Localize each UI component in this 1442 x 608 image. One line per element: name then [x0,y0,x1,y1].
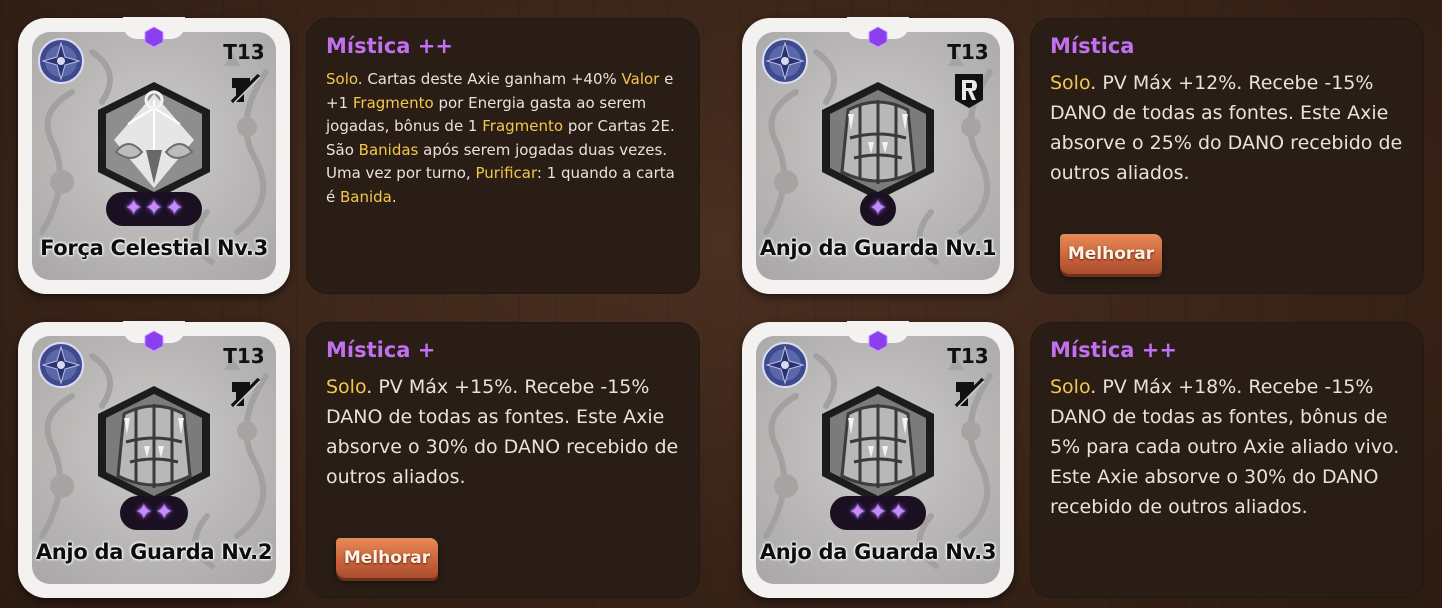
card-name: Anjo da Guarda Nv.3 [759,540,997,564]
description-text: . Cartas deste Axie ganham +40% [357,70,622,88]
card[interactable]: T13 ✦ ✦ Anjo da Guarda Nv.2 [18,321,290,598]
card-name: Anjo da Guarda Nv.2 [35,540,273,564]
no-attack-icon [230,377,261,408]
upgrade-button[interactable]: Melhorar [336,538,438,578]
star-icon: ✦ [144,196,164,221]
mystic-compass-icon [38,342,84,388]
purple-gem-icon [144,26,164,48]
level-stars: ✦ ✦ ✦ [106,192,202,226]
rarity-title: Mística ++ [326,34,453,58]
card-entry-anjo-guarda-1: T13 ✦ Anjo da Guarda Nv.1 Mística Solo. … [742,17,1442,296]
purple-gem-icon [868,330,888,352]
card-name: Força Celestial Nv.3 [40,236,268,260]
keyword-text: Solo [1050,72,1091,94]
card-description: Solo. Cartas deste Axie ganham +40% Valo… [326,68,688,209]
keyword-text: Solo [326,70,358,88]
card-entry-anjo-guarda-2: T13 ✦ ✦ Anjo da Guarda Nv.2 Mística + So… [18,321,718,600]
upgrade-button[interactable]: Melhorar [1060,234,1162,274]
star-icon: ✦ [134,500,153,525]
purple-gem-icon [868,26,888,48]
description-text: . [391,187,397,206]
card-entry-forca-celestial: T13 ✦ ✦ ✦ Força Celestial Nv.3 Mística +… [18,17,718,296]
description-panel: Mística + Solo. PV Máx +15%. Recebe -15%… [306,322,700,598]
keyword-text: Banidas [358,140,419,159]
keyword-text: Solo [1050,376,1091,398]
card[interactable]: T13 ✦ Anjo da Guarda Nv.1 [742,17,1014,294]
star-icon: ✦ [889,500,908,525]
card-description: Solo. PV Máx +18%. Recebe -15% DANO de t… [1050,372,1412,522]
keyword-text: Fragmento [352,93,434,112]
keyword-text: Valor [621,70,660,88]
mystic-compass-icon [38,38,84,84]
card-description: Solo. PV Máx +12%. Recebe -15% DANO de t… [1050,68,1412,188]
card-entry-anjo-guarda-3: T13 ✦ ✦ ✦ Anjo da Guarda Nv.3 Mística ++… [742,321,1442,600]
card[interactable]: T13 ✦ ✦ ✦ Força Celestial Nv.3 [18,17,290,294]
star-icon: ✦ [848,500,867,525]
tier-label: T13 [947,344,989,368]
rarity-title: Mística ++ [1050,338,1177,362]
level-stars: ✦ [860,192,896,226]
no-attack-icon [230,73,261,104]
r-shield-icon [955,74,983,108]
card[interactable]: T13 ✦ ✦ ✦ Anjo da Guarda Nv.3 [742,321,1014,598]
description-text: . PV Máx +18%. Recebe -15% DANO de todas… [1050,376,1400,518]
keyword-text: Solo [326,376,367,398]
star-icon: ✦ [868,196,888,221]
rarity-title: Mística [1050,34,1135,58]
card-name: Anjo da Guarda Nv.1 [759,236,997,260]
guardian-armor-art [822,82,934,200]
keyword-text: Banida [340,187,392,206]
guardian-armor-art [98,386,210,504]
star-icon: ✦ [165,196,184,221]
mystic-compass-icon [762,38,808,84]
level-stars: ✦ ✦ ✦ [830,496,926,530]
celestial-shell-art [98,82,210,200]
tier-label: T13 [947,40,989,64]
description-panel: Mística ++ Solo. Cartas deste Axie ganha… [306,18,700,294]
tier-label: T13 [223,344,265,368]
keyword-text: Purificar [475,164,537,182]
level-stars: ✦ ✦ [120,496,188,530]
no-attack-icon [954,377,985,408]
rarity-title: Mística + [326,338,436,362]
star-icon: ✦ [868,500,888,525]
description-panel: Mística Solo. PV Máx +12%. Recebe -15% D… [1030,18,1424,294]
star-icon: ✦ [155,500,174,525]
keyword-text: Fragmento [482,117,564,135]
mystic-compass-icon [762,342,808,388]
tier-label: T13 [223,40,265,64]
purple-gem-icon [144,330,164,352]
description-text: . PV Máx +12%. Recebe -15% DANO de todas… [1050,72,1403,184]
guardian-armor-art [822,386,934,504]
description-panel: Mística ++ Solo. PV Máx +18%. Recebe -15… [1030,322,1424,598]
description-text: . PV Máx +15%. Recebe -15% DANO de todas… [326,376,679,488]
star-icon: ✦ [124,196,143,221]
card-description: Solo. PV Máx +15%. Recebe -15% DANO de t… [326,372,688,492]
